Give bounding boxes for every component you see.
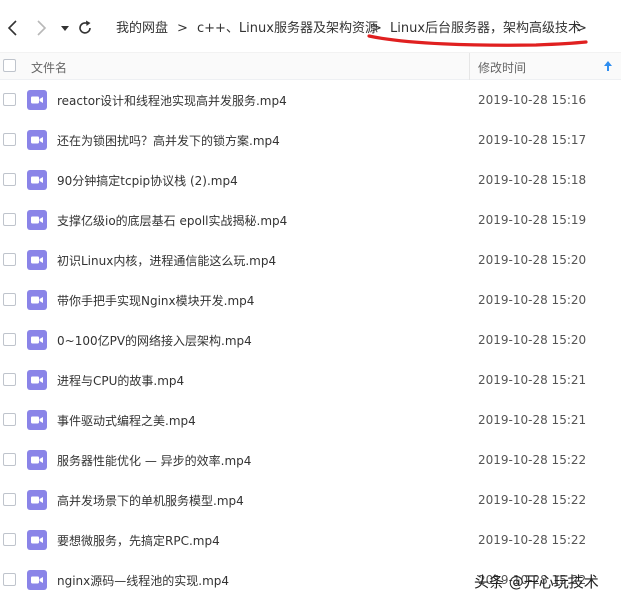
column-header-name[interactable]: 文件名 bbox=[31, 59, 67, 76]
file-row[interactable]: 要想微服务，先搞定RPC.mp4 2019-10-28 15:22 bbox=[0, 520, 621, 560]
file-row[interactable]: 还在为锁困扰吗？高并发下的锁方案.mp4 2019-10-28 15:17 bbox=[0, 120, 621, 160]
file-row[interactable]: 支撑亿级io的底层基石 epoll实战揭秘.mp4 2019-10-28 15:1… bbox=[0, 200, 621, 240]
file-row[interactable]: 0~100亿PV的网络接入层架构.mp4 2019-10-28 15:20 bbox=[0, 320, 621, 360]
file-row-checkbox[interactable] bbox=[3, 493, 16, 506]
file-modified-time: 2019-10-28 15:20 bbox=[478, 253, 587, 267]
file-row-checkbox[interactable] bbox=[3, 413, 16, 426]
file-list-header: 文件名 修改时间 bbox=[0, 52, 621, 80]
file-modified-time: 2019-10-28 15:22 bbox=[478, 533, 587, 547]
video-file-icon bbox=[27, 130, 47, 150]
file-name[interactable]: 服务器性能优化 — 异步的效率.mp4 bbox=[57, 452, 251, 469]
file-modified-time: 2019-10-28 15:20 bbox=[478, 293, 587, 307]
chevron-left-icon[interactable] bbox=[4, 17, 22, 39]
file-name[interactable]: 0~100亿PV的网络接入层架构.mp4 bbox=[57, 332, 252, 349]
red-underline-annotation bbox=[367, 34, 588, 47]
file-modified-time: 2019-10-28 15:21 bbox=[478, 373, 587, 387]
video-file-icon bbox=[27, 450, 47, 470]
chevron-right-icon[interactable] bbox=[32, 17, 50, 39]
file-row-checkbox[interactable] bbox=[3, 93, 16, 106]
file-name[interactable]: 要想微服务，先搞定RPC.mp4 bbox=[57, 532, 220, 549]
video-file-icon bbox=[27, 90, 47, 110]
navigation-toolbar: 我的网盘 > c++、Linux服务器及架构资源 > Linux后台服务器，架构… bbox=[0, 0, 621, 52]
video-file-icon bbox=[27, 250, 47, 270]
select-all-checkbox[interactable] bbox=[3, 59, 16, 72]
file-name[interactable]: 高并发场景下的单机服务模型.mp4 bbox=[57, 492, 244, 509]
column-header-modified-time[interactable]: 修改时间 bbox=[478, 59, 526, 76]
file-name[interactable]: 还在为锁困扰吗？高并发下的锁方案.mp4 bbox=[57, 132, 280, 149]
file-modified-time: 2019-10-28 15:19 bbox=[478, 213, 587, 227]
file-row[interactable]: reactor设计和线程池实现高并发服务.mp4 2019-10-28 15:16 bbox=[0, 80, 621, 120]
file-name[interactable]: nginx源码—线程池的实现.mp4 bbox=[57, 572, 229, 589]
sort-ascending-icon[interactable] bbox=[603, 60, 613, 72]
file-row-checkbox[interactable] bbox=[3, 213, 16, 226]
file-row[interactable]: 高并发场景下的单机服务模型.mp4 2019-10-28 15:22 bbox=[0, 480, 621, 520]
watermark: 头条 @开心玩技术 bbox=[474, 573, 599, 591]
file-name[interactable]: 支撑亿级io的底层基石 epoll实战揭秘.mp4 bbox=[57, 212, 287, 229]
video-file-icon bbox=[27, 210, 47, 230]
file-modified-time: 2019-10-28 15:18 bbox=[478, 173, 587, 187]
file-modified-time: 2019-10-28 15:21 bbox=[478, 413, 587, 427]
file-row[interactable]: 带你手把手实现Nginx模块开发.mp4 2019-10-28 15:20 bbox=[0, 280, 621, 320]
file-name[interactable]: 进程与CPU的故事.mp4 bbox=[57, 372, 184, 389]
breadcrumb-item-my-drive[interactable]: 我的网盘 bbox=[116, 21, 168, 37]
file-row-checkbox[interactable] bbox=[3, 573, 16, 586]
video-file-icon bbox=[27, 410, 47, 430]
file-name[interactable]: 90分钟搞定tcpip协议栈 (2).mp4 bbox=[57, 172, 238, 189]
caret-down-icon[interactable] bbox=[56, 17, 74, 39]
video-file-icon bbox=[27, 570, 47, 590]
file-name[interactable]: 初识Linux内核，进程通信能这么玩.mp4 bbox=[57, 252, 276, 269]
file-modified-time: 2019-10-28 15:22 bbox=[478, 453, 587, 467]
file-row-checkbox[interactable] bbox=[3, 333, 16, 346]
file-modified-time: 2019-10-28 15:20 bbox=[478, 333, 587, 347]
refresh-icon[interactable] bbox=[76, 17, 94, 39]
video-file-icon bbox=[27, 530, 47, 550]
file-row-checkbox[interactable] bbox=[3, 133, 16, 146]
file-name[interactable]: 事件驱动式编程之美.mp4 bbox=[57, 412, 196, 429]
file-row-checkbox[interactable] bbox=[3, 373, 16, 386]
video-file-icon bbox=[27, 370, 47, 390]
file-row[interactable]: 服务器性能优化 — 异步的效率.mp4 2019-10-28 15:22 bbox=[0, 440, 621, 480]
file-row-checkbox[interactable] bbox=[3, 173, 16, 186]
file-modified-time: 2019-10-28 15:17 bbox=[478, 133, 587, 147]
file-modified-time: 2019-10-28 15:16 bbox=[478, 93, 587, 107]
file-row[interactable]: 初识Linux内核，进程通信能这么玩.mp4 2019-10-28 15:20 bbox=[0, 240, 621, 280]
file-row-checkbox[interactable] bbox=[3, 533, 16, 546]
column-divider[interactable] bbox=[469, 53, 470, 80]
file-row[interactable]: 进程与CPU的故事.mp4 2019-10-28 15:21 bbox=[0, 360, 621, 400]
video-file-icon bbox=[27, 330, 47, 350]
file-row[interactable]: 90分钟搞定tcpip协议栈 (2).mp4 2019-10-28 15:18 bbox=[0, 160, 621, 200]
file-name[interactable]: 带你手把手实现Nginx模块开发.mp4 bbox=[57, 292, 254, 309]
file-row-checkbox[interactable] bbox=[3, 453, 16, 466]
file-modified-time: 2019-10-28 15:22 bbox=[478, 493, 587, 507]
breadcrumb-item-resources[interactable]: c++、Linux服务器及架构资源 bbox=[197, 21, 378, 37]
file-row-checkbox[interactable] bbox=[3, 293, 16, 306]
video-file-icon bbox=[27, 490, 47, 510]
file-row[interactable]: 事件驱动式编程之美.mp4 2019-10-28 15:21 bbox=[0, 400, 621, 440]
breadcrumb-separator: > bbox=[177, 21, 188, 36]
video-file-icon bbox=[27, 170, 47, 190]
file-row-checkbox[interactable] bbox=[3, 253, 16, 266]
file-name[interactable]: reactor设计和线程池实现高并发服务.mp4 bbox=[57, 92, 287, 109]
video-file-icon bbox=[27, 290, 47, 310]
